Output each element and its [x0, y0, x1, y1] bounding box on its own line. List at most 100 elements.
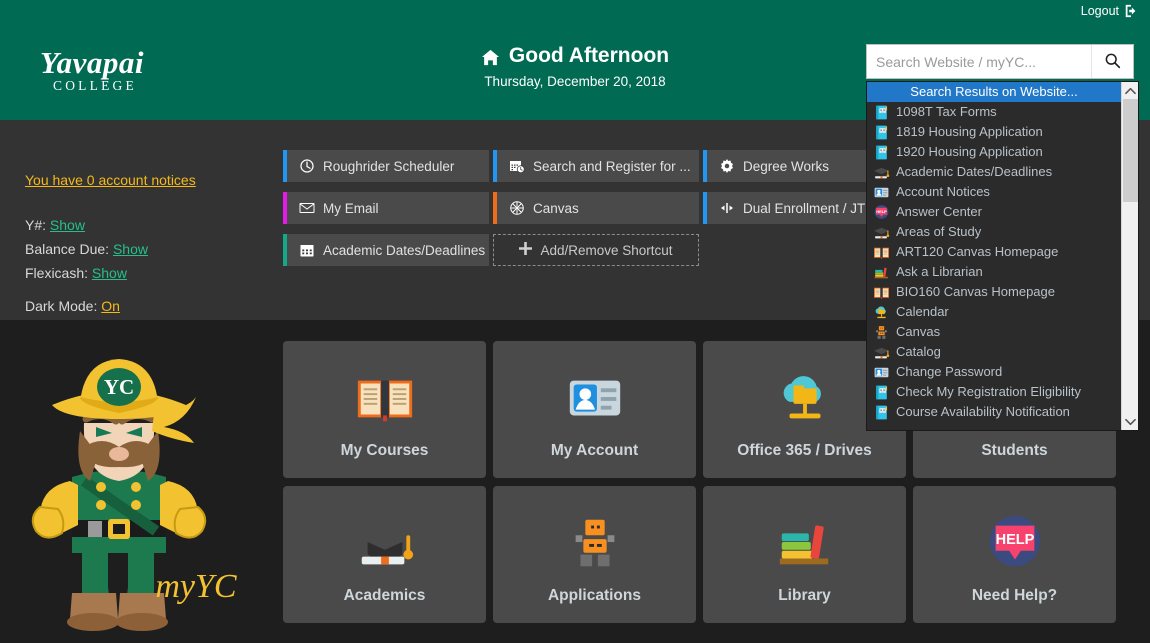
envelope-icon: [299, 200, 315, 216]
autocomplete-item-label: 1920 Housing Application: [896, 142, 1043, 162]
open-book-icon: [873, 244, 890, 261]
autocomplete-item[interactable]: 1819 Housing Application: [867, 122, 1121, 142]
account-info-label: Flexicash:: [25, 265, 88, 281]
tile-need-help[interactable]: HELPNeed Help?: [913, 486, 1116, 623]
autocomplete-items: 1098T Tax Forms1819 Housing Application1…: [867, 102, 1121, 422]
cloud-drive-icon: [873, 304, 890, 321]
shortcut-button[interactable]: Academic Dates/Deadlines: [283, 234, 489, 266]
autocomplete-scrollbar[interactable]: [1121, 82, 1138, 430]
svg-text:HELP: HELP: [995, 532, 1034, 548]
show-link[interactable]: Show: [92, 265, 127, 281]
robot-icon: [873, 324, 890, 341]
search-button[interactable]: [1091, 45, 1133, 78]
scrollbar-track[interactable]: [1122, 99, 1138, 413]
cloud-drive-icon: [774, 367, 836, 429]
autocomplete-item-label: Account Notices: [896, 182, 990, 202]
tile-label: Students: [981, 442, 1047, 460]
blue-notebook-icon: [873, 384, 890, 401]
shortcut-button[interactable]: Roughrider Scheduler: [283, 150, 489, 182]
autocomplete-item[interactable]: Catalog: [867, 342, 1121, 362]
autocomplete-item-label: Canvas: [896, 322, 940, 342]
search-autocomplete-dropdown: Search Results on Website... 1098T Tax F…: [866, 81, 1139, 431]
tile-applications[interactable]: Applications: [493, 486, 696, 623]
autocomplete-item[interactable]: Check My Registration Eligibility: [867, 382, 1121, 402]
scrollbar-up-button[interactable]: [1122, 82, 1138, 99]
tile-library[interactable]: Library: [703, 486, 906, 623]
shortcut-button[interactable]: My Email: [283, 192, 489, 224]
autocomplete-item[interactable]: 1098T Tax Forms: [867, 102, 1121, 122]
account-notices-link[interactable]: You have 0 account notices: [25, 172, 196, 188]
autocomplete-item[interactable]: Calendar: [867, 302, 1121, 322]
tile-my-courses[interactable]: My Courses: [283, 341, 486, 478]
calendar-icon: [299, 242, 315, 258]
account-info-row: Flexicash: Show: [25, 261, 148, 285]
shortcut-grid: Roughrider SchedulerSearch and Register …: [283, 150, 909, 266]
dark-mode-toggle[interactable]: On: [101, 298, 120, 314]
add-remove-shortcut-label: Add/Remove Shortcut: [540, 243, 672, 258]
blue-notebook-icon: [873, 124, 890, 141]
help-badge-icon: HELP: [984, 512, 1046, 574]
tile-label: Academics: [344, 587, 426, 605]
svg-text:YC: YC: [104, 375, 134, 399]
graduation-cap-icon: [354, 512, 416, 574]
autocomplete-item[interactable]: BIO160 Canvas Homepage: [867, 282, 1121, 302]
clock-icon: [299, 158, 315, 174]
blue-notebook-icon: [873, 144, 890, 161]
search-icon: [1104, 52, 1121, 72]
yavapai-college-logo: Yavapai COLLEGE: [40, 47, 144, 93]
account-info-row: Balance Due: Show: [25, 237, 148, 261]
help-badge-icon: HELP: [873, 204, 890, 221]
open-book-icon: [354, 367, 416, 429]
autocomplete-item[interactable]: 1920 Housing Application: [867, 142, 1121, 162]
portal-page: Logout Yavapai COLLEGE Good Afternoon Th…: [0, 0, 1150, 643]
autocomplete-item[interactable]: Course Availability Notification: [867, 402, 1121, 422]
greeting-title-row: Good Afternoon: [481, 44, 669, 68]
blue-notebook-icon: [873, 104, 890, 121]
show-link[interactable]: Show: [50, 217, 85, 233]
autocomplete-item[interactable]: Canvas: [867, 322, 1121, 342]
logout-icon: [1124, 4, 1138, 18]
autocomplete-item-label: Change Password: [896, 362, 1002, 382]
add-remove-shortcut-button[interactable]: Add/Remove Shortcut: [493, 234, 699, 266]
scrollbar-down-button[interactable]: [1122, 413, 1138, 430]
autocomplete-item-label: Academic Dates/Deadlines: [896, 162, 1052, 182]
autocomplete-item[interactable]: Account Notices: [867, 182, 1121, 202]
shortcut-button[interactable]: Canvas: [493, 192, 699, 224]
autocomplete-header-option[interactable]: Search Results on Website...: [867, 82, 1121, 102]
search-input[interactable]: [867, 45, 1091, 78]
show-link[interactable]: Show: [113, 241, 148, 257]
yavapai-roughrider-mascot: YC myYC: [24, 335, 280, 635]
autocomplete-item-label: Answer Center: [896, 202, 982, 222]
autocomplete-item[interactable]: ART120 Canvas Homepage: [867, 242, 1121, 262]
graduation-cap-icon: [873, 164, 890, 181]
autocomplete-item-label: BIO160 Canvas Homepage: [896, 282, 1055, 302]
arrows-horizontal-icon: [719, 200, 735, 216]
autocomplete-item[interactable]: Change Password: [867, 362, 1121, 382]
calendar-clock-icon: [509, 158, 525, 174]
autocomplete-item[interactable]: HELP Answer Center: [867, 202, 1121, 222]
tile-label: Applications: [548, 587, 641, 605]
shortcut-label: Degree Works: [743, 159, 829, 174]
books-icon: [873, 264, 890, 281]
graduation-cap-icon: [873, 344, 890, 361]
autocomplete-item-label: ART120 Canvas Homepage: [896, 242, 1058, 262]
plus-icon: [519, 242, 532, 258]
shortcut-label: Canvas: [533, 201, 579, 216]
autocomplete-item-label: Check My Registration Eligibility: [896, 382, 1081, 402]
autocomplete-item[interactable]: Ask a Librarian: [867, 262, 1121, 282]
autocomplete-item-label: Course Availability Notification: [896, 402, 1070, 422]
shortcut-label: My Email: [323, 201, 379, 216]
scrollbar-thumb[interactable]: [1123, 99, 1138, 202]
tile-label: Office 365 / Drives: [737, 442, 871, 460]
dark-mode-row: Dark Mode: On: [25, 294, 148, 318]
logout-button[interactable]: Logout: [1081, 4, 1138, 18]
tile-my-account[interactable]: My Account: [493, 341, 696, 478]
greeting-text: Good Afternoon: [509, 44, 669, 68]
shortcut-label: Academic Dates/Deadlines: [323, 243, 485, 258]
id-card-icon: [873, 184, 890, 201]
id-card-icon: [873, 364, 890, 381]
shortcut-button[interactable]: Search and Register for ...: [493, 150, 699, 182]
autocomplete-item[interactable]: Academic Dates/Deadlines: [867, 162, 1121, 182]
tile-academics[interactable]: Academics: [283, 486, 486, 623]
autocomplete-item[interactable]: Areas of Study: [867, 222, 1121, 242]
